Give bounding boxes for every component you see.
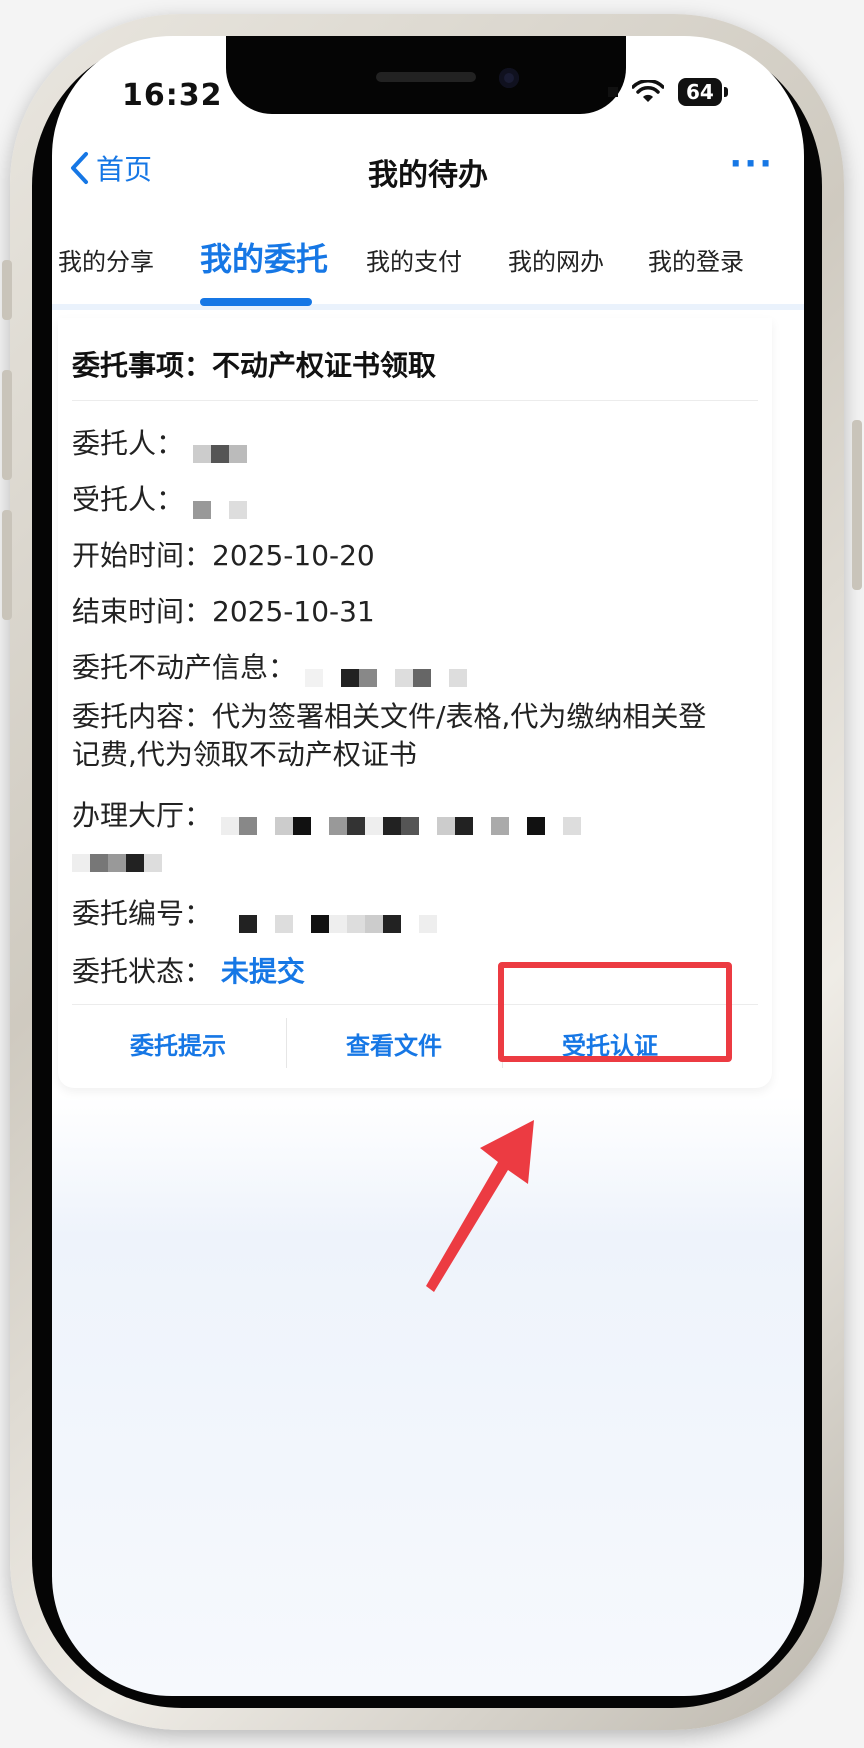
view-files-button[interactable]: 查看文件 — [294, 1026, 494, 1061]
card-title: 委托事项：不动产权证书领取 — [72, 349, 437, 382]
redacted-mosaic — [220, 906, 437, 933]
page-title: 我的待办 — [368, 158, 488, 193]
status-value: 未提交 — [220, 955, 305, 988]
tab-my-entrust[interactable]: 我的委托 — [200, 234, 328, 280]
field-principal: 委托人： — [72, 422, 247, 463]
entrust-tips-button[interactable]: 委托提示 — [78, 1026, 278, 1061]
tab-bar: 我的分享 我的委托 我的支付 我的网办 我的登录 — [52, 214, 804, 310]
more-icon[interactable]: ··· — [729, 144, 774, 184]
divider — [286, 1018, 287, 1068]
battery-icon: 64 — [678, 78, 728, 106]
volume-up-button — [2, 370, 12, 480]
field-property-info: 委托不动产信息： — [72, 646, 467, 687]
field-value: 2025-10-20 — [212, 539, 375, 572]
divider — [72, 400, 758, 401]
camera — [499, 68, 519, 88]
field-label: 办理大厅： — [72, 799, 213, 832]
field-label: 委托不动产信息： — [72, 651, 297, 684]
wifi-icon — [632, 80, 664, 102]
field-label: 委托内容： — [72, 700, 213, 733]
field-label: 委托编号： — [72, 897, 213, 930]
volume-down-button — [2, 510, 12, 620]
field-hall-continued — [72, 836, 162, 872]
signal-icon — [608, 87, 618, 97]
field-value: 2025-10-31 — [212, 595, 375, 628]
field-label: 委托人： — [72, 427, 185, 460]
field-content: 委托内容：代为签署相关文件/表格,代为缴纳相关登记费,代为领取不动产权证书 — [72, 698, 712, 774]
tab-my-share[interactable]: 我的分享 — [58, 242, 154, 277]
pointer-arrow-icon — [426, 1120, 534, 1292]
field-hall: 办理大厅： — [72, 794, 581, 835]
phone-screen: 16:32 64 首页 我的待办 ··· 我的分享 我的委托 我的支付 我的网办… — [52, 36, 804, 1696]
field-label: 受托人： — [72, 483, 185, 516]
redacted-mosaic — [192, 436, 247, 463]
field-status: 委托状态： 未提交 — [72, 950, 305, 990]
power-button — [852, 420, 862, 590]
field-start-time: 开始时间：2025-10-20 — [72, 534, 375, 574]
tab-my-online[interactable]: 我的网办 — [508, 242, 604, 277]
field-agent: 受托人： — [72, 478, 247, 519]
field-label: 委托状态： — [72, 955, 213, 988]
tab-my-payment[interactable]: 我的支付 — [366, 242, 462, 277]
speaker — [376, 72, 476, 82]
status-time: 16:32 — [122, 78, 223, 113]
tab-my-login[interactable]: 我的登录 — [648, 242, 744, 277]
field-label: 结束时间： — [72, 595, 213, 628]
nav-bar: 首页 我的待办 ··· — [52, 138, 804, 208]
status-icons: 64 — [608, 78, 728, 106]
active-tab-indicator — [200, 298, 312, 306]
highlight-box — [498, 962, 732, 1062]
redacted-mosaic — [192, 492, 247, 519]
silent-switch — [2, 260, 12, 320]
redacted-mosaic — [220, 808, 581, 835]
notch — [226, 36, 626, 114]
field-entrust-number: 委托编号： — [72, 892, 437, 933]
field-label: 开始时间： — [72, 539, 213, 572]
redacted-mosaic — [72, 845, 162, 872]
redacted-mosaic — [304, 660, 467, 687]
field-end-time: 结束时间：2025-10-31 — [72, 590, 375, 630]
